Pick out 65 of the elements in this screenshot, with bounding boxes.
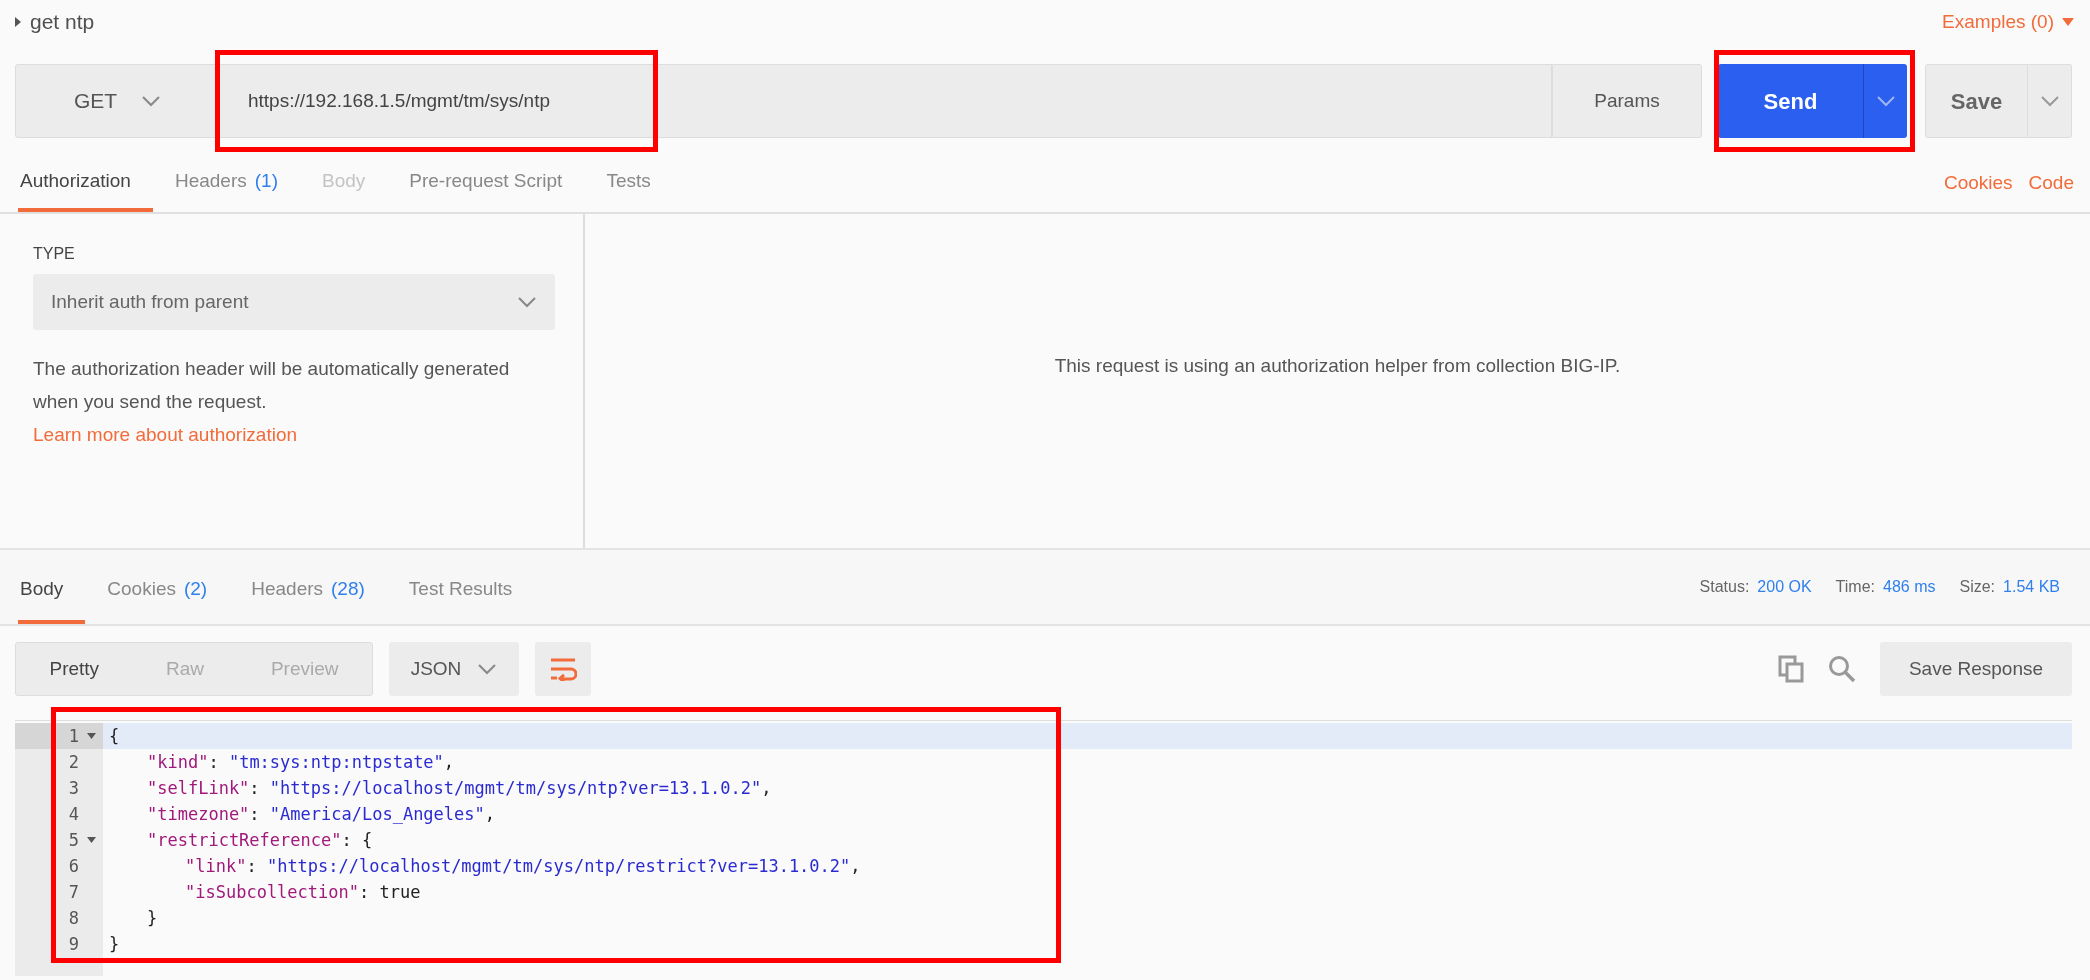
auth-description: The authorization header will be automatically generated when you send the request. Learn more about authorization (33, 357, 511, 447)
chevron-down-icon (141, 95, 162, 107)
line-number: 7 (68, 882, 79, 902)
code-line: "isSubcollection": true (185, 882, 421, 902)
code-line: } (109, 934, 120, 954)
format-dropdown[interactable]: JSON (389, 642, 519, 696)
request-name: get ntp (30, 9, 95, 36)
wrap-lines-button[interactable] (535, 642, 591, 696)
code-line: "kind": "tm:sys:ntp:ntpstate", (147, 752, 455, 772)
line-number: 4 (68, 804, 79, 824)
chevron-down-icon (517, 296, 537, 308)
learn-more-link[interactable]: Learn more about authorization (33, 424, 298, 445)
request-tab[interactable]: Pre-request Script (387, 154, 585, 212)
stat-label: Size: (1959, 577, 1996, 597)
helper-message: This request is using an authorization helper from collection BIG-IP. (1054, 353, 1621, 378)
line-number: 9 (68, 934, 79, 954)
wrap-icon (549, 657, 577, 681)
type-label: TYPE (33, 244, 76, 264)
fold-arrow-icon[interactable] (87, 837, 96, 843)
view-mode-tab[interactable]: Preview (237, 643, 372, 695)
header-link[interactable]: Cookies (1943, 168, 2013, 198)
copy-icon[interactable] (1778, 655, 1804, 683)
save-response-button[interactable]: Save Response (1880, 642, 2072, 696)
request-tab[interactable]: Tests (584, 154, 673, 212)
response-tab[interactable]: Cookies (2) (85, 550, 230, 624)
chevron-down-icon (477, 663, 498, 675)
stat-label: Status: (1699, 577, 1750, 597)
code-line: { (109, 726, 120, 746)
request-tab[interactable]: Authorization (18, 154, 153, 212)
response-tab[interactable]: Body (18, 550, 86, 624)
auth-type-dropdown[interactable]: Inherit auth from parent (33, 274, 555, 330)
stat-label: Time: (1835, 577, 1875, 597)
fold-arrow-icon[interactable] (87, 733, 96, 739)
stat-value: 200 OK (1757, 577, 1812, 597)
line-number: 5 (68, 830, 79, 850)
view-mode-tab[interactable]: Pretty (16, 643, 133, 695)
code-line: "link": "https://localhost/mgmt/tm/sys/ntp/restrict?ver=13.1.0.2", (185, 856, 861, 876)
line-number: 2 (68, 752, 79, 772)
code-line: "timezone": "America/Los_Angeles", (147, 804, 496, 824)
line-number: 3 (68, 778, 79, 798)
stat-value: 1.54 KB (2003, 577, 2060, 597)
expand-triangle-icon[interactable] (14, 16, 22, 28)
code-line: "selfLink": "https://localhost/mgmt/tm/sys/ntp?ver=13.1.0.2", (147, 778, 772, 798)
examples-dropdown[interactable]: Examples (0) (1942, 7, 2074, 37)
save-button[interactable]: Save (1925, 64, 2028, 138)
line-number: 1 (68, 726, 79, 746)
request-tab[interactable]: Headers (1) (152, 154, 300, 212)
collection-link[interactable]: BIG-IP (1560, 354, 1616, 376)
line-number: 6 (68, 856, 79, 876)
url-field[interactable]: https://192.168.1.5/mgmt/tm/sys/ntp (220, 64, 1552, 138)
response-tab[interactable]: Test Results (386, 550, 535, 624)
search-icon[interactable] (1828, 655, 1856, 683)
chevron-down-icon (2039, 95, 2060, 107)
send-button[interactable]: Send (1718, 64, 1863, 138)
caret-down-icon (2062, 18, 2074, 26)
stat-value: 486 ms (1883, 577, 1936, 597)
code-line: } (147, 908, 158, 928)
response-tab[interactable]: Headers (28) (229, 550, 387, 624)
chevron-down-icon (1875, 95, 1896, 107)
send-options-button[interactable] (1863, 64, 1907, 138)
code-line: "restrictReference": { (147, 830, 373, 850)
params-button[interactable]: Params (1552, 64, 1702, 138)
view-mode-tab[interactable]: Raw (132, 643, 238, 695)
header-link[interactable]: Code (2028, 168, 2074, 198)
line-number: 8 (68, 908, 79, 928)
